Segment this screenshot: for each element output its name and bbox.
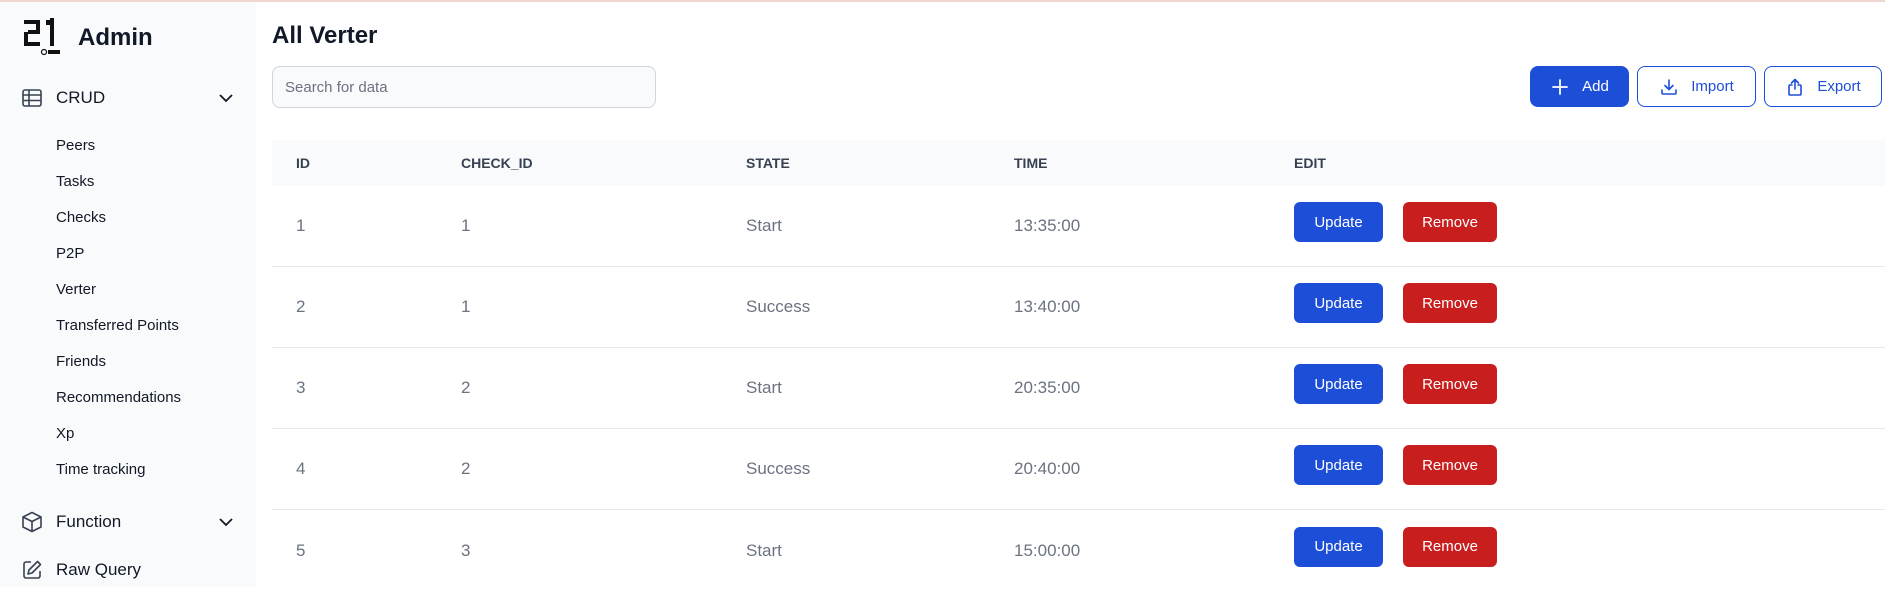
- chevron-down-icon[interactable]: [216, 512, 236, 532]
- cell-state: Success: [746, 297, 811, 316]
- import-button-label: Import: [1691, 78, 1734, 95]
- sidebar-section-label: CRUD: [56, 88, 106, 107]
- sidebar-section-label: Function: [56, 512, 122, 531]
- search-input[interactable]: [272, 66, 656, 108]
- brand-title: Admin: [78, 24, 153, 51]
- table-row: 4 2 Success 20:40:00 Update Remove: [272, 429, 1885, 510]
- page-title: All Verter: [272, 22, 378, 49]
- cell-edit: Update Remove: [1294, 445, 1885, 485]
- cell-time: 13:35:00: [1014, 216, 1081, 235]
- table-row: 2 1 Success 13:40:00 Update Remove: [272, 267, 1885, 348]
- sidebar-item-recommendations[interactable]: Recommendations: [56, 379, 181, 415]
- sidebar-item-time-tracking[interactable]: Time tracking: [56, 451, 181, 487]
- sidebar-item-friends[interactable]: Friends: [56, 343, 181, 379]
- cell-edit: Update Remove: [1294, 526, 1885, 567]
- update-button[interactable]: Update: [1294, 364, 1383, 404]
- cell-edit: Update Remove: [1294, 283, 1885, 323]
- table-row: 1 1 Start 13:35:00 Update Remove: [272, 186, 1885, 267]
- data-table: ID CHECK_ID STATE TIME EDIT 1 1 Start 13…: [272, 140, 1885, 591]
- add-button[interactable]: Add: [1530, 66, 1629, 107]
- column-header-state[interactable]: STATE: [746, 155, 1014, 171]
- cell-state: Start: [746, 540, 782, 560]
- cell-time: 13:40:00: [1014, 297, 1081, 316]
- cell-id: 4: [296, 459, 306, 478]
- update-button[interactable]: Update: [1294, 283, 1383, 323]
- sidebar-section-function[interactable]: Function: [20, 505, 236, 539]
- sidebar-section-label: Raw Query: [56, 560, 142, 579]
- sidebar-item-tasks[interactable]: Tasks: [56, 163, 181, 199]
- update-button[interactable]: Update: [1294, 445, 1383, 485]
- column-header-id[interactable]: ID: [272, 155, 461, 171]
- add-button-label: Add: [1582, 78, 1609, 95]
- sidebar-item-checks[interactable]: Checks: [56, 199, 181, 235]
- update-button[interactable]: Update: [1294, 202, 1383, 242]
- cell-id: 5: [296, 540, 306, 560]
- sidebar: Admin CRUD Peers Tasks Checks P2P Verter…: [0, 2, 256, 587]
- main-content: All Verter Add Import Export ID: [256, 2, 1885, 587]
- cell-time: 20:40:00: [1014, 459, 1081, 478]
- import-button[interactable]: Import: [1637, 66, 1756, 107]
- remove-button[interactable]: Remove: [1403, 526, 1497, 567]
- remove-button[interactable]: Remove: [1403, 283, 1497, 323]
- cell-state: Start: [746, 378, 782, 397]
- table-icon: [22, 89, 42, 107]
- export-button[interactable]: Export: [1764, 66, 1882, 107]
- cell-check-id: 3: [461, 540, 471, 560]
- upload-share-icon: [1788, 78, 1803, 96]
- cell-check-id: 1: [461, 216, 471, 235]
- cell-edit: Update Remove: [1294, 202, 1885, 242]
- sidebar-section-crud[interactable]: CRUD: [20, 81, 236, 115]
- column-header-time[interactable]: TIME: [1014, 155, 1294, 171]
- export-button-label: Export: [1817, 78, 1861, 95]
- remove-button[interactable]: Remove: [1403, 364, 1497, 404]
- remove-button[interactable]: Remove: [1403, 445, 1497, 485]
- sidebar-section-raw-query[interactable]: Raw Query: [20, 553, 236, 587]
- remove-button[interactable]: Remove: [1403, 202, 1497, 242]
- column-header-edit: EDIT: [1294, 155, 1326, 171]
- brand[interactable]: Admin: [22, 18, 153, 58]
- school-21-logo-icon: [24, 18, 60, 56]
- download-icon: [1661, 78, 1678, 95]
- cell-check-id: 2: [461, 378, 471, 397]
- cell-edit: Update Remove: [1294, 364, 1885, 404]
- cell-check-id: 1: [461, 297, 471, 316]
- plus-icon: [1552, 78, 1569, 95]
- sidebar-item-xp[interactable]: Xp: [56, 415, 181, 451]
- crud-subnav: Peers Tasks Checks P2P Verter Transferre…: [56, 127, 181, 487]
- sidebar-item-verter[interactable]: Verter: [56, 271, 181, 307]
- sidebar-item-p2p[interactable]: P2P: [56, 235, 181, 271]
- cube-icon: [22, 511, 42, 533]
- cell-id: 2: [296, 297, 306, 316]
- chevron-down-icon[interactable]: [216, 88, 236, 108]
- sidebar-item-transferred-points[interactable]: Transferred Points: [56, 307, 181, 343]
- cell-id: 1: [296, 216, 306, 235]
- table-header: ID CHECK_ID STATE TIME EDIT: [272, 140, 1885, 186]
- edit-square-icon: [23, 560, 42, 579]
- cell-state: Success: [746, 459, 811, 478]
- app-shell: Admin CRUD Peers Tasks Checks P2P Verter…: [0, 2, 1885, 587]
- cell-state: Start: [746, 216, 782, 235]
- column-header-check-id[interactable]: CHECK_ID: [461, 155, 746, 171]
- table-row: 5 3 Start 15:00:00 Update Remove: [272, 510, 1885, 591]
- cell-id: 3: [296, 378, 306, 397]
- cell-time: 15:00:00: [1014, 540, 1081, 560]
- cell-time: 20:35:00: [1014, 378, 1081, 397]
- table-row: 3 2 Start 20:35:00 Update Remove: [272, 348, 1885, 429]
- cell-check-id: 2: [461, 459, 471, 478]
- sidebar-item-peers[interactable]: Peers: [56, 127, 181, 163]
- update-button[interactable]: Update: [1294, 526, 1383, 567]
